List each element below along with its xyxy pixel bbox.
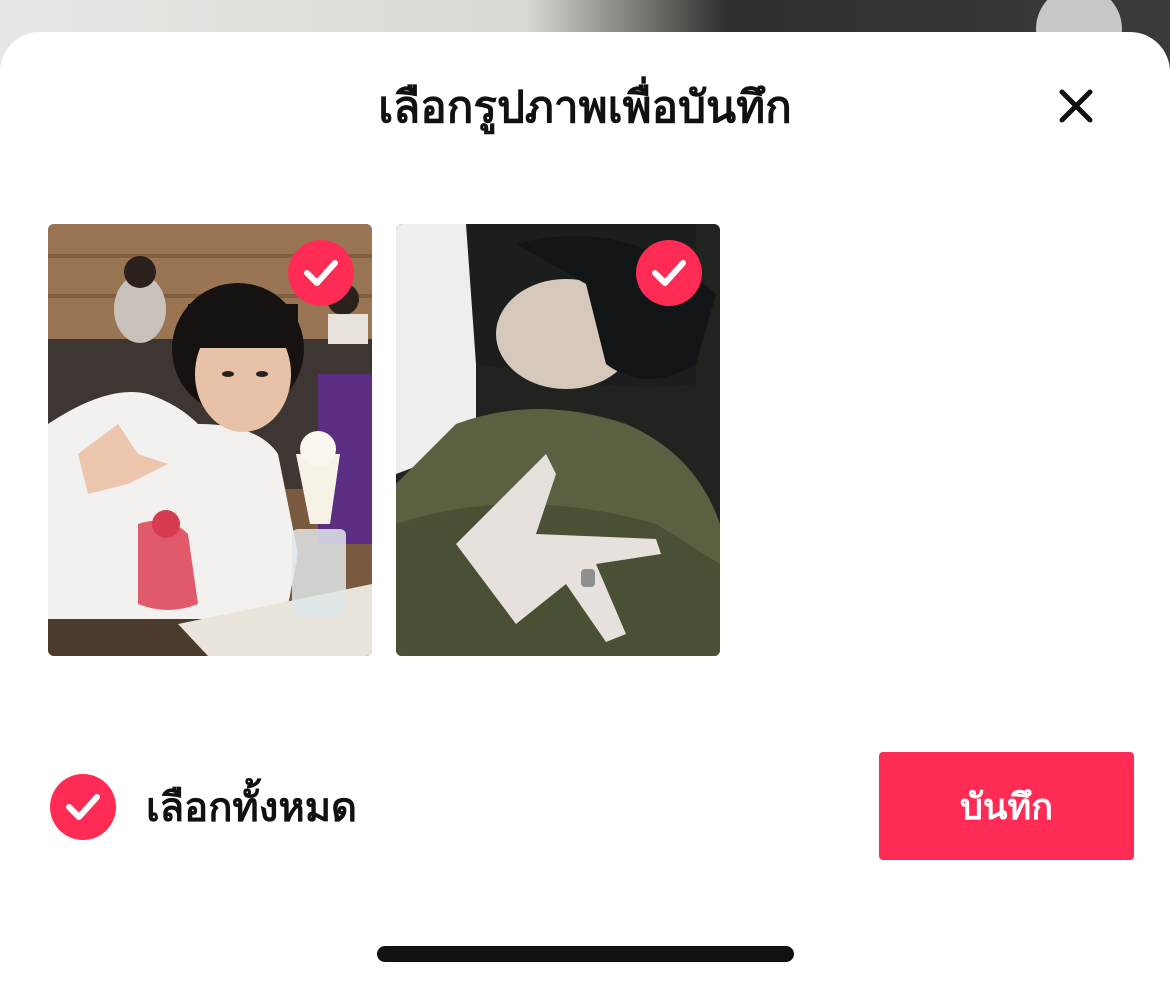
save-button[interactable]: บันทึก — [879, 752, 1134, 860]
checkmark-icon — [652, 260, 686, 286]
sheet-title: เลือกรูปภาพเพื่อบันทึก — [378, 82, 792, 133]
checkmark-icon — [304, 260, 338, 286]
selected-check-badge — [636, 240, 702, 306]
close-icon — [1059, 89, 1093, 123]
selected-check-badge — [288, 240, 354, 306]
checkmark-icon — [66, 794, 100, 820]
photo-tile-2[interactable] — [396, 224, 720, 656]
select-all-checkbox[interactable] — [50, 774, 116, 840]
photo-tile-1[interactable] — [48, 224, 372, 656]
home-indicator — [377, 946, 794, 962]
select-all-toggle[interactable]: เลือกทั้งหมด — [50, 772, 357, 842]
save-photos-sheet: เลือกรูปภาพเพื่อบันทึก เลือกทั้งหมด บันท… — [0, 32, 1170, 986]
select-all-label: เลือกทั้งหมด — [146, 785, 358, 831]
close-button[interactable] — [1048, 78, 1104, 134]
photo-grid — [48, 224, 1122, 656]
